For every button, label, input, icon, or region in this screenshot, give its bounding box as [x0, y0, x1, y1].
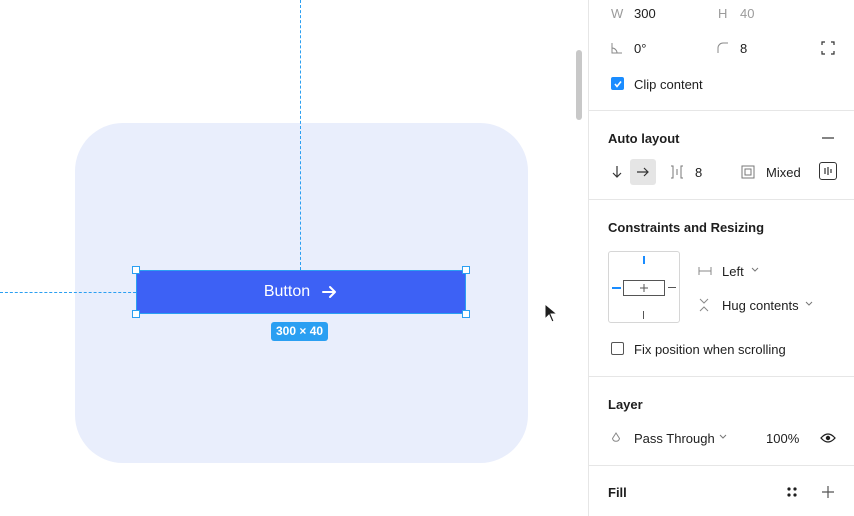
layer-title: Layer: [608, 396, 643, 412]
height-input[interactable]: 40: [740, 6, 754, 21]
rotation-input[interactable]: 0°: [634, 41, 646, 56]
chevron-down-icon: [751, 267, 759, 272]
resize-handle-bottom-right[interactable]: [462, 310, 470, 318]
constraint-inner-box: [623, 280, 665, 296]
chevron-down-icon: [719, 434, 727, 439]
spacing-between-icon: [671, 165, 683, 179]
layer-row: Pass Through 100%: [589, 429, 854, 447]
divider: [589, 199, 854, 200]
direction-vertical-button[interactable]: [604, 159, 630, 185]
arrow-down-icon: [612, 166, 622, 178]
constraint-left[interactable]: [612, 287, 621, 289]
blend-drop-icon: [611, 432, 621, 442]
checkmark-icon: [613, 80, 622, 88]
layer-header: Layer: [589, 395, 854, 413]
padding-input[interactable]: Mixed: [766, 165, 801, 180]
auto-layout-controls: 8 Mixed: [589, 159, 854, 185]
corner-radius-icon: [717, 42, 728, 53]
vertical-guide: [300, 0, 301, 270]
resize-handle-top-left[interactable]: [132, 266, 140, 274]
padding-icon: [741, 165, 755, 179]
mouse-cursor-icon: [544, 303, 559, 323]
rotation-radius-row: 0° 8: [589, 39, 854, 57]
clip-content-checkbox[interactable]: [611, 77, 624, 90]
arrow-right-icon: [637, 167, 649, 177]
height-label: H: [718, 5, 728, 21]
vertical-constraint-row[interactable]: Hug contents: [589, 296, 854, 314]
constraints-title: Constraints and Resizing: [608, 219, 765, 235]
divider: [589, 376, 854, 377]
constraint-right[interactable]: [668, 287, 676, 288]
spacing-input[interactable]: 8: [695, 165, 702, 180]
horizontal-guide: [0, 292, 136, 293]
vertical-constraint-select[interactable]: Hug contents: [722, 298, 799, 313]
width-label: W: [611, 5, 624, 21]
size-badge: 300 × 40: [271, 322, 329, 341]
resize-handle-top-right[interactable]: [462, 266, 470, 274]
dimensions-row: W 300 H 40: [589, 4, 854, 22]
clip-content-row[interactable]: Clip content: [589, 75, 854, 93]
fill-title: Fill: [608, 484, 627, 500]
chevron-down-icon: [805, 301, 813, 306]
styles-grid-icon[interactable]: [786, 486, 798, 498]
direction-horizontal-button[interactable]: [630, 159, 656, 185]
fix-position-row[interactable]: Fix position when scrolling: [589, 340, 854, 358]
divider: [589, 465, 854, 466]
corner-radius-input[interactable]: 8: [740, 41, 747, 56]
opacity-input[interactable]: 100%: [766, 431, 799, 446]
rotation-icon: [611, 43, 622, 54]
properties-panel: W 300 H 40 0° 8 Clip content Auto layout: [588, 0, 854, 516]
horizontal-constraint-select[interactable]: Left: [722, 264, 744, 279]
design-canvas[interactable]: Button 300 × 40: [0, 0, 588, 516]
align-icon: [824, 167, 832, 175]
remove-auto-layout-icon[interactable]: [821, 132, 835, 144]
auto-layout-title: Auto layout: [608, 130, 680, 146]
fix-position-label: Fix position when scrolling: [634, 341, 786, 357]
horizontal-constraint-row[interactable]: Left: [589, 262, 854, 280]
fill-header: Fill: [589, 483, 854, 501]
clip-content-label: Clip content: [634, 76, 703, 92]
constraints-header: Constraints and Resizing: [589, 218, 854, 236]
width-input[interactable]: 300: [634, 6, 656, 21]
add-fill-icon[interactable]: [821, 485, 835, 499]
divider: [589, 110, 854, 111]
hug-vertical-icon: [699, 298, 709, 312]
plus-icon: [640, 284, 648, 292]
blend-mode-select[interactable]: Pass Through: [634, 431, 715, 446]
independent-corners-icon[interactable]: [821, 41, 835, 55]
alignment-button[interactable]: [819, 162, 837, 180]
auto-layout-header: Auto layout: [589, 129, 854, 147]
resize-handle-bottom-left[interactable]: [132, 310, 140, 318]
eye-icon[interactable]: [820, 432, 836, 444]
fix-position-checkbox[interactable]: [611, 342, 624, 355]
horizontal-constraint-icon: [698, 267, 712, 275]
selection-outline: [136, 270, 466, 314]
canvas-scrollbar[interactable]: [576, 50, 582, 120]
